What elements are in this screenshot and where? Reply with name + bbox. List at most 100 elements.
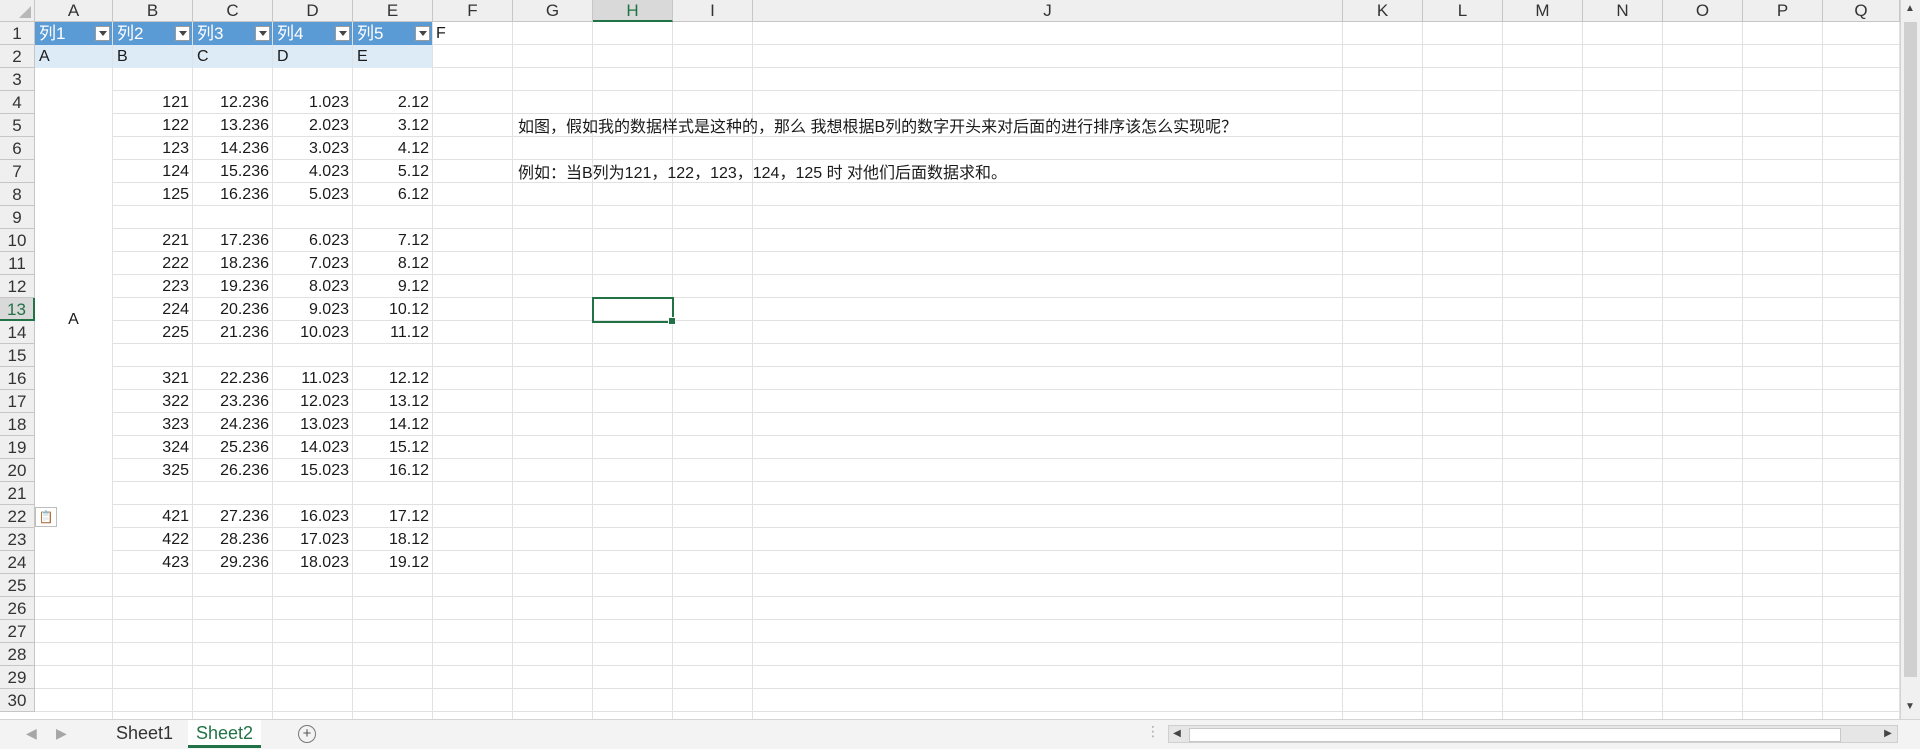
table-cell[interactable]: 13.236	[193, 114, 272, 137]
table-cell[interactable]: 2.12	[353, 91, 432, 114]
scroll-down-icon[interactable]: ▼	[1903, 700, 1917, 714]
table-cell[interactable]: 13.12	[353, 390, 432, 413]
table-cell[interactable]: 9.023	[273, 298, 352, 321]
row-header-21[interactable]: 21	[0, 482, 35, 505]
table-cell[interactable]: 321	[113, 367, 192, 390]
row-header-5[interactable]: 5	[0, 114, 35, 137]
filter-dropdown-icon[interactable]	[175, 26, 190, 41]
row-header-11[interactable]: 11	[0, 252, 35, 275]
horizontal-scroll-thumb[interactable]	[1189, 728, 1841, 742]
table-row2-cell[interactable]: B	[113, 45, 192, 68]
table-cell[interactable]: 19.12	[353, 551, 432, 574]
prev-sheet-icon[interactable]: ◀	[26, 725, 37, 742]
column-header-o[interactable]: O	[1663, 0, 1743, 22]
row-header-29[interactable]: 29	[0, 666, 35, 689]
row-header-18[interactable]: 18	[0, 413, 35, 436]
table-row2-cell[interactable]: E	[353, 45, 432, 68]
table-cell[interactable]: 29.236	[193, 551, 272, 574]
table-cell[interactable]: 26.236	[193, 459, 272, 482]
table-cell[interactable]: 124	[113, 160, 192, 183]
row-header-25[interactable]: 25	[0, 574, 35, 597]
vertical-scrollbar[interactable]: ▲ ▼	[1900, 0, 1920, 719]
table-cell[interactable]: 6.12	[353, 183, 432, 206]
table-cell[interactable]: 16.023	[273, 505, 352, 528]
table-cell[interactable]: 20.236	[193, 298, 272, 321]
table-cell[interactable]: 17.236	[193, 229, 272, 252]
table-cell[interactable]: 3.023	[273, 137, 352, 160]
column-header-l[interactable]: L	[1423, 0, 1503, 22]
table-cell[interactable]: 123	[113, 137, 192, 160]
table-cell[interactable]: 24.236	[193, 413, 272, 436]
column-header-j[interactable]: J	[753, 0, 1343, 22]
table-cell[interactable]: 222	[113, 252, 192, 275]
side-label-f1[interactable]: F	[436, 22, 466, 45]
table-cell[interactable]: 323	[113, 413, 192, 436]
table-cell[interactable]: 10.12	[353, 298, 432, 321]
select-all-corner[interactable]	[0, 0, 35, 22]
table-cell[interactable]: 2.023	[273, 114, 352, 137]
row-header-6[interactable]: 6	[0, 137, 35, 160]
table-cell[interactable]: 12.236	[193, 91, 272, 114]
table-cell[interactable]: 122	[113, 114, 192, 137]
merged-label[interactable]: A	[35, 308, 112, 331]
table-cell[interactable]: 16.12	[353, 459, 432, 482]
table-cell[interactable]: 325	[113, 459, 192, 482]
table-cell[interactable]: 224	[113, 298, 192, 321]
column-header-q[interactable]: Q	[1823, 0, 1900, 22]
filter-dropdown-icon[interactable]	[95, 26, 110, 41]
table-cell[interactable]: 421	[113, 505, 192, 528]
column-header-f[interactable]: F	[433, 0, 513, 22]
table-cell[interactable]: 13.023	[273, 413, 352, 436]
row-header-28[interactable]: 28	[0, 643, 35, 666]
row-header-24[interactable]: 24	[0, 551, 35, 574]
table-row2-cell[interactable]: A	[35, 45, 112, 68]
table-cell[interactable]: 21.236	[193, 321, 272, 344]
table-cell[interactable]: 14.236	[193, 137, 272, 160]
tab-splitter-icon[interactable]: ⋮	[1146, 723, 1160, 740]
active-cell-selection[interactable]	[592, 297, 676, 325]
column-header-i[interactable]: I	[673, 0, 753, 22]
table-cell[interactable]: 3.12	[353, 114, 432, 137]
filter-dropdown-icon[interactable]	[255, 26, 270, 41]
table-cell[interactable]: 225	[113, 321, 192, 344]
table-cell[interactable]: 18.023	[273, 551, 352, 574]
table-cell[interactable]: 23.236	[193, 390, 272, 413]
column-header-c[interactable]: C	[193, 0, 273, 22]
horizontal-scrollbar[interactable]: ◀ ▶	[1168, 725, 1898, 743]
column-header-m[interactable]: M	[1503, 0, 1583, 22]
table-cell[interactable]: 16.236	[193, 183, 272, 206]
table-cell[interactable]: 17.023	[273, 528, 352, 551]
table-cell[interactable]: 22.236	[193, 367, 272, 390]
table-cell[interactable]: 15.236	[193, 160, 272, 183]
row-header-15[interactable]: 15	[0, 344, 35, 367]
table-cell[interactable]: 4.023	[273, 160, 352, 183]
vertical-scroll-thumb[interactable]	[1904, 22, 1917, 677]
row-header-1[interactable]: 1	[0, 22, 35, 45]
column-header-k[interactable]: K	[1343, 0, 1423, 22]
table-cell[interactable]: 9.12	[353, 275, 432, 298]
table-cell[interactable]: 18.236	[193, 252, 272, 275]
table-cell[interactable]: 25.236	[193, 436, 272, 459]
table-cell[interactable]: 422	[113, 528, 192, 551]
next-sheet-icon[interactable]: ▶	[56, 725, 67, 742]
table-cell[interactable]: 15.12	[353, 436, 432, 459]
table-cell[interactable]: 8.12	[353, 252, 432, 275]
row-header-16[interactable]: 16	[0, 367, 35, 390]
table-cell[interactable]: 11.12	[353, 321, 432, 344]
table-cell[interactable]: 8.023	[273, 275, 352, 298]
plus-circle-icon[interactable]: +	[298, 725, 316, 743]
row-header-14[interactable]: 14	[0, 321, 35, 344]
table-cell[interactable]: 5.12	[353, 160, 432, 183]
table-cell[interactable]: 28.236	[193, 528, 272, 551]
row-header-26[interactable]: 26	[0, 597, 35, 620]
table-cell[interactable]: 324	[113, 436, 192, 459]
scroll-up-icon[interactable]: ▲	[1903, 2, 1917, 16]
row-header-20[interactable]: 20	[0, 459, 35, 482]
table-row2-cell[interactable]: C	[193, 45, 272, 68]
column-header-p[interactable]: P	[1743, 0, 1823, 22]
table-cell[interactable]: 7.023	[273, 252, 352, 275]
table-cell[interactable]: 7.12	[353, 229, 432, 252]
column-header-b[interactable]: B	[113, 0, 193, 22]
row-header-23[interactable]: 23	[0, 528, 35, 551]
row-header-12[interactable]: 12	[0, 275, 35, 298]
